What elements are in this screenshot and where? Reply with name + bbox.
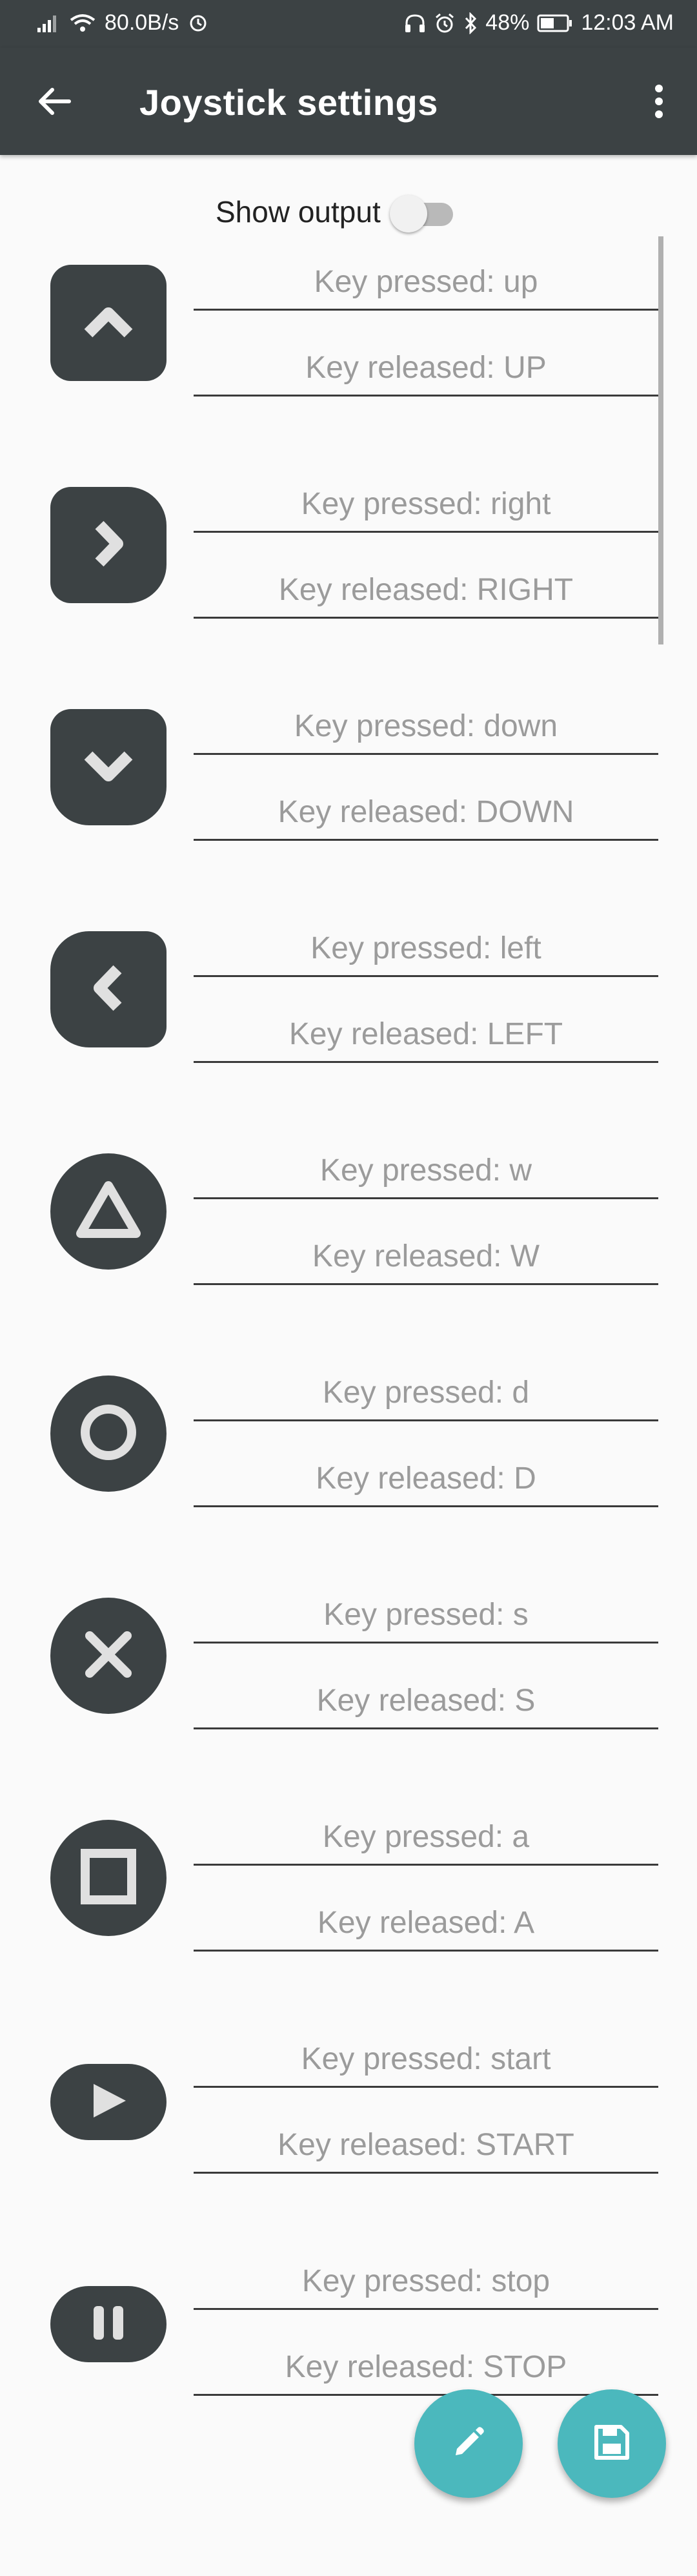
key-released-field[interactable]: Key released: START [194, 2120, 658, 2174]
app-toolbar: Joystick settings [0, 48, 697, 155]
key-released-field[interactable]: Key released: DOWN [194, 787, 658, 841]
key-pressed-field[interactable]: Key pressed: right [194, 479, 658, 533]
chevron-right-icon [89, 515, 128, 576]
key-released-field[interactable]: Key released: A [194, 1898, 658, 1952]
button-row-start: Key pressed: start Key released: START [0, 2034, 697, 2254]
show-output-switch[interactable] [386, 192, 457, 232]
edit-fab[interactable] [414, 2389, 523, 2498]
chevron-up-icon [79, 302, 137, 344]
status-bar-right: 48% 12:03 AM [404, 10, 674, 36]
right-button[interactable] [50, 487, 167, 603]
signal-icon [36, 14, 61, 33]
button-row-cross: Key pressed: s Key released: S [0, 1590, 697, 1809]
battery-percent: 48% [485, 10, 530, 35]
cross-icon [79, 1625, 137, 1687]
sync-icon [188, 13, 208, 34]
back-button[interactable] [31, 80, 76, 125]
up-button[interactable] [50, 265, 167, 381]
wifi-icon [70, 14, 96, 33]
key-pressed-field[interactable]: Key pressed: stop [194, 2256, 658, 2310]
circle-icon [76, 1400, 141, 1468]
key-released-field[interactable]: Key released: D [194, 1454, 658, 1507]
button-row-left: Key pressed: left Key released: LEFT [0, 923, 697, 1143]
floppy-disk-icon [591, 2422, 632, 2466]
page-title: Joystick settings [139, 82, 438, 123]
key-pressed-field[interactable]: Key pressed: s [194, 1590, 658, 1643]
left-button[interactable] [50, 931, 167, 1047]
key-pressed-field[interactable]: Key pressed: left [194, 923, 658, 977]
show-output-row: Show output [216, 192, 457, 232]
triangle-button[interactable] [50, 1153, 167, 1270]
key-released-field[interactable]: Key released: LEFT [194, 1009, 658, 1063]
play-icon [86, 2080, 131, 2125]
down-button[interactable] [50, 709, 167, 825]
key-pressed-field[interactable]: Key pressed: down [194, 701, 658, 755]
square-button[interactable] [50, 1820, 167, 1936]
alarm-icon [434, 12, 456, 34]
circle-button[interactable] [50, 1376, 167, 1492]
save-fab[interactable] [558, 2389, 666, 2498]
button-row-right: Key pressed: right Key released: RIGHT [0, 479, 697, 699]
clock: 12:03 AM [581, 10, 674, 35]
pause-icon [86, 2302, 131, 2347]
square-icon [76, 1844, 141, 1912]
key-released-field[interactable]: Key released: UP [194, 343, 658, 397]
bluetooth-icon [463, 12, 478, 34]
key-released-field[interactable]: Key released: RIGHT [194, 565, 658, 619]
more-vertical-icon [654, 84, 664, 121]
button-row-down: Key pressed: down Key released: DOWN [0, 701, 697, 921]
key-pressed-field[interactable]: Key pressed: d [194, 1368, 658, 1421]
show-output-label: Show output [216, 195, 381, 229]
chevron-down-icon [79, 747, 137, 788]
triangle-icon [73, 1178, 144, 1246]
key-pressed-field[interactable]: Key pressed: a [194, 1812, 658, 1866]
button-row-triangle: Key pressed: w Key released: W [0, 1146, 697, 1365]
status-bar: 80.0B/s 48% 12:03 AM [0, 0, 697, 48]
headphones-icon [404, 13, 426, 34]
key-released-field[interactable]: Key released: S [194, 1676, 658, 1729]
button-row-square: Key pressed: a Key released: A [0, 1812, 697, 2032]
button-row-circle: Key pressed: d Key released: D [0, 1368, 697, 1587]
key-released-field[interactable]: Key released: W [194, 1231, 658, 1285]
chevron-left-icon [89, 959, 128, 1020]
cross-button[interactable] [50, 1598, 167, 1714]
pencil-icon [450, 2424, 487, 2464]
network-speed: 80.0B/s [105, 10, 179, 35]
key-released-field[interactable]: Key released: STOP [194, 2342, 658, 2396]
switch-thumb [389, 195, 427, 232]
overflow-menu-button[interactable] [636, 80, 682, 125]
battery-icon [537, 14, 573, 33]
arrow-left-icon [35, 86, 72, 120]
start-button[interactable] [50, 2064, 167, 2140]
key-pressed-field[interactable]: Key pressed: w [194, 1146, 658, 1199]
button-row-up: Key pressed: up Key released: UP [0, 257, 697, 477]
key-pressed-field[interactable]: Key pressed: start [194, 2034, 658, 2088]
stop-button[interactable] [50, 2286, 167, 2362]
key-pressed-field[interactable]: Key pressed: up [194, 257, 658, 311]
status-bar-left: 80.0B/s [36, 10, 208, 36]
